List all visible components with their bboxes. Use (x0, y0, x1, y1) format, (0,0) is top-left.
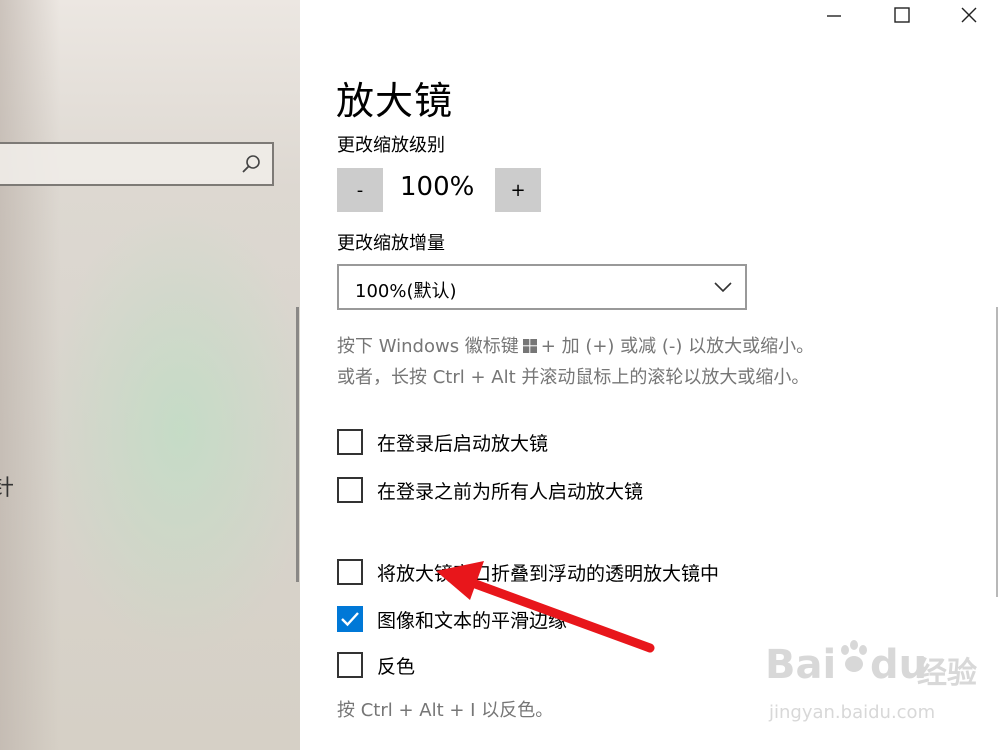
left-scrollbar[interactable] (296, 307, 299, 582)
checkbox-invert-colors[interactable]: 反色 (337, 650, 415, 680)
checkbox-label: 图像和文本的平滑边缘 (377, 609, 568, 632)
help-line1-part-b: + 加 (+) 或减 (-) 以放大或缩小。 (540, 336, 815, 357)
zoom-shortcut-help-line2: 或者，长按 Ctrl + Alt 并滚动鼠标上的滚轮以放大或缩小。 (337, 367, 810, 388)
windows-logo-icon (522, 339, 537, 353)
zoom-in-button[interactable]: + (495, 168, 541, 212)
content-scrollbar[interactable] (996, 307, 998, 597)
checkbox-box[interactable] (337, 477, 363, 503)
help-line1-part-a: 按下 Windows 徽标键 (337, 336, 519, 357)
checkbox-box-checked[interactable] (337, 606, 363, 632)
checkbox-label: 在登录之前为所有人启动放大镜 (377, 480, 644, 503)
checkbox-collapse-to-lens[interactable]: 将放大镜窗口折叠到浮动的透明放大镜中 (337, 557, 719, 587)
checkbox-start-before-signin[interactable]: 在登录之前为所有人启动放大镜 (337, 475, 643, 505)
minimize-button[interactable] (810, 0, 856, 32)
nav-item-partial-label[interactable]: 针 (0, 470, 14, 502)
zoom-increment-label: 更改缩放增量 (337, 233, 445, 254)
checkbox-box[interactable] (337, 652, 363, 678)
checkbox-start-after-signin[interactable]: 在登录后启动放大镜 (337, 427, 548, 457)
checkbox-label: 将放大镜窗口折叠到浮动的透明放大镜中 (377, 562, 720, 585)
checkmark-icon (341, 612, 359, 627)
zoom-level-label: 更改缩放级别 (337, 135, 445, 156)
left-nav-pane: 针 (0, 0, 300, 750)
close-button[interactable] (945, 0, 991, 32)
checkbox-box[interactable] (337, 559, 363, 585)
checkbox-smooth-edges[interactable]: 图像和文本的平滑边缘 (337, 604, 567, 634)
chevron-down-icon (714, 282, 732, 293)
zoom-level-value: 100% (400, 172, 475, 202)
maximize-icon (894, 7, 910, 23)
checkbox-box[interactable] (337, 429, 363, 455)
zoom-shortcut-help-line1: 按下 Windows 徽标键 + 加 (+) 或减 (-) 以放大或缩小。 (337, 332, 814, 358)
zoom-out-button[interactable]: - (337, 168, 383, 212)
maximize-button[interactable] (878, 0, 924, 32)
search-input[interactable] (0, 142, 274, 186)
zoom-increment-selected: 100%(默认) (355, 281, 457, 302)
checkbox-label: 在登录后启动放大镜 (377, 432, 549, 455)
invert-shortcut-help: 按 Ctrl + Alt + I 以反色。 (337, 700, 554, 721)
page-title: 放大镜 (336, 79, 454, 123)
close-icon (961, 7, 977, 23)
minimize-icon (827, 15, 841, 17)
search-icon[interactable] (240, 153, 262, 175)
checkbox-label: 反色 (377, 655, 416, 678)
zoom-increment-dropdown[interactable]: 100%(默认) (337, 264, 747, 310)
